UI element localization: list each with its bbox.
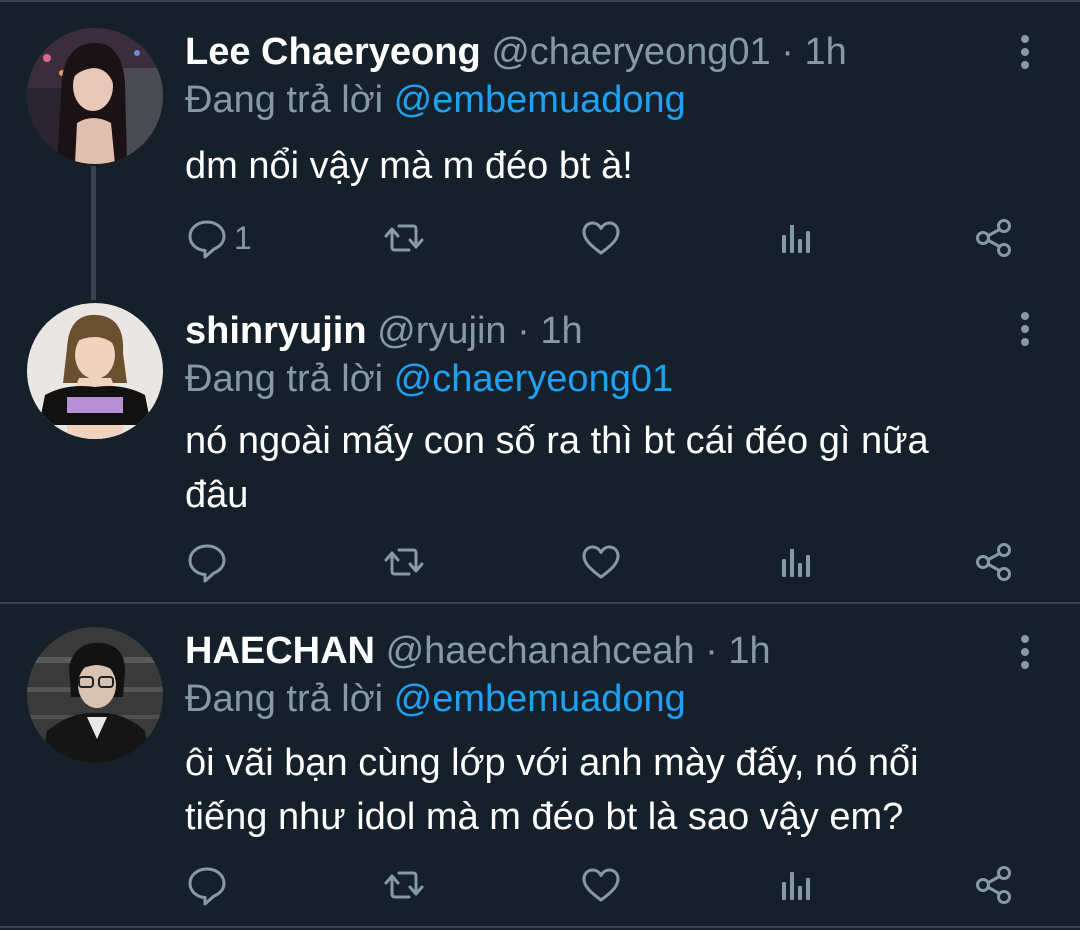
heart-icon <box>582 545 620 579</box>
avatar[interactable] <box>27 28 163 164</box>
like-button[interactable] <box>580 213 622 263</box>
tweet-1[interactable]: Lee Chaeryeong @chaeryeong01 · 1h Đang t… <box>0 0 1080 300</box>
analytics-icon <box>782 225 810 253</box>
more-options-button[interactable] <box>1013 309 1037 349</box>
tweet-actions <box>0 537 1080 587</box>
tweet-text: ôi vãi bạn cùng lớp với anh mày đấy, nó … <box>185 742 919 838</box>
tweet-header: Lee Chaeryeong @chaeryeong01 · 1h <box>185 27 847 77</box>
like-button[interactable] <box>580 860 622 910</box>
analytics-button[interactable] <box>776 213 818 263</box>
replying-label: Đang trả lời <box>185 358 384 400</box>
retweet-button[interactable] <box>383 537 425 587</box>
timestamp[interactable]: 1h <box>540 310 582 352</box>
share-button[interactable] <box>973 537 1015 587</box>
replying-to-mention[interactable]: @embemuadong <box>394 79 686 121</box>
separator: · <box>781 31 794 73</box>
display-name[interactable]: shinryujin <box>185 310 367 352</box>
tweet-2[interactable]: shinryujin @ryujin · 1h Đang trả lời @ch… <box>0 290 1080 602</box>
analytics-button[interactable] <box>776 537 818 587</box>
avatar-image <box>27 303 163 439</box>
like-button[interactable] <box>580 537 622 587</box>
tweet-text: dm nổi vậy mà m đéo bt à! <box>185 145 633 187</box>
analytics-icon <box>782 549 810 577</box>
avatar[interactable] <box>27 627 163 763</box>
reply-button[interactable] <box>186 537 234 587</box>
reply-button[interactable] <box>186 860 234 910</box>
tweet-actions <box>0 860 1080 910</box>
more-vertical-icon <box>1021 635 1029 669</box>
separator: · <box>517 310 530 352</box>
share-button[interactable] <box>973 860 1015 910</box>
more-vertical-icon <box>1021 35 1029 69</box>
more-options-button[interactable] <box>1013 32 1037 72</box>
more-options-button[interactable] <box>1013 632 1037 672</box>
timestamp[interactable]: 1h <box>804 31 846 73</box>
retweet-button[interactable] <box>383 860 425 910</box>
tweet-actions: 1 <box>0 213 1080 263</box>
avatar[interactable] <box>27 303 163 439</box>
analytics-icon <box>782 872 810 900</box>
retweet-icon <box>384 224 424 252</box>
tweet-text: nó ngoài mấy con số ra thì bt cái đéo gì… <box>185 420 929 516</box>
display-name[interactable]: Lee Chaeryeong <box>185 31 481 73</box>
reply-icon <box>188 544 226 583</box>
retweet-icon <box>384 871 424 899</box>
replying-label: Đang trả lời <box>185 678 384 720</box>
username[interactable]: @chaeryeong01 <box>491 31 770 73</box>
replying-label: Đang trả lời <box>185 79 384 121</box>
heart-icon <box>582 221 620 255</box>
retweet-button[interactable] <box>383 213 425 263</box>
reply-icon <box>188 867 226 906</box>
share-icon <box>976 219 1011 257</box>
replying-to: Đang trả lời @embemuadong <box>185 674 686 724</box>
username[interactable]: @ryujin <box>377 310 506 352</box>
separator: · <box>705 630 718 672</box>
tweet-header: shinryujin @ryujin · 1h <box>185 306 583 356</box>
reply-button[interactable]: 1 <box>186 213 252 263</box>
reply-count: 1 <box>234 220 252 256</box>
avatar-image <box>27 28 163 164</box>
tweet-header: HAECHAN @haechanahceah · 1h <box>185 626 771 676</box>
username[interactable]: @haechanahceah <box>386 630 695 672</box>
share-icon <box>976 866 1011 904</box>
more-vertical-icon <box>1021 312 1029 346</box>
display-name[interactable]: HAECHAN <box>185 630 375 672</box>
analytics-button[interactable] <box>776 860 818 910</box>
heart-icon <box>582 868 620 902</box>
replying-to: Đang trả lời @chaeryeong01 <box>185 354 673 404</box>
replying-to-mention[interactable]: @chaeryeong01 <box>394 358 673 400</box>
tweet-3[interactable]: HAECHAN @haechanahceah · 1h Đang trả lời… <box>0 604 1080 924</box>
share-button[interactable] <box>973 213 1015 263</box>
reply-icon <box>188 220 226 259</box>
replying-to-mention[interactable]: @embemuadong <box>394 678 686 720</box>
avatar-image <box>27 627 163 763</box>
bottom-divider <box>0 926 1080 928</box>
share-icon <box>976 543 1011 581</box>
timestamp[interactable]: 1h <box>728 630 770 672</box>
replying-to: Đang trả lời @embemuadong <box>185 75 686 125</box>
retweet-icon <box>384 548 424 576</box>
